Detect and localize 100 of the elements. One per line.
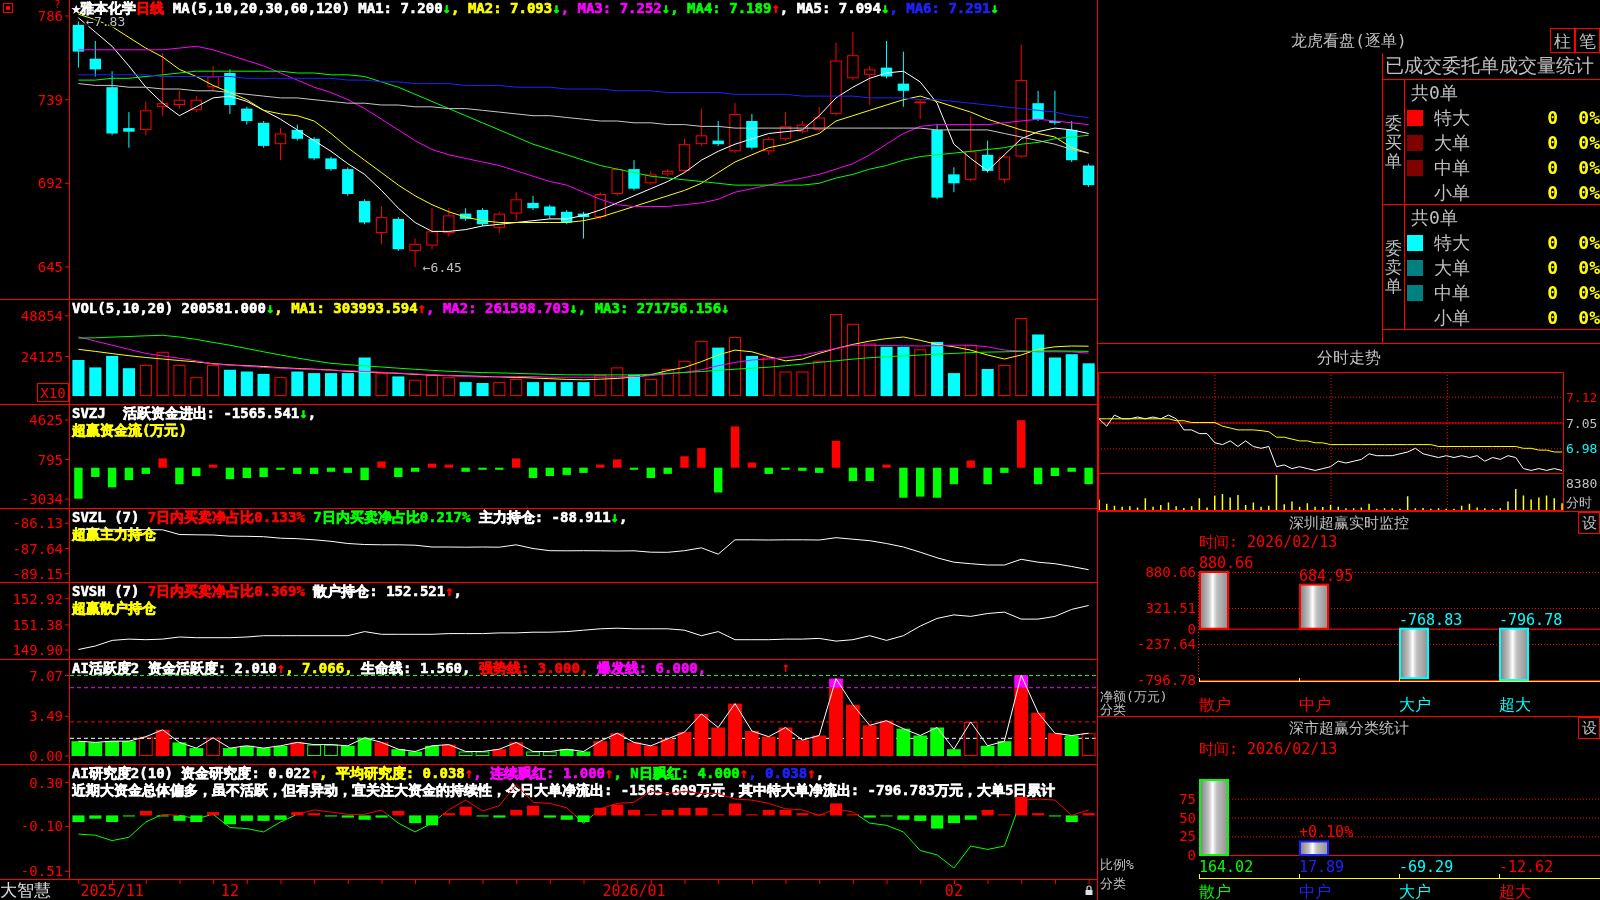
indicator-text: 散户持仓: 152.521	[312, 583, 446, 599]
indicator-text: 爆发线: 6.000,	[595, 660, 707, 676]
indicator-text: ↑	[417, 300, 427, 316]
candlestick	[645, 170, 657, 186]
activity-bar	[526, 751, 540, 756]
fund-flow-bar	[192, 467, 201, 476]
research-bar	[678, 807, 691, 816]
research-bar	[139, 811, 152, 816]
indicator-text: SVZJ 活跃资金进出: -1565.541	[72, 405, 300, 421]
volume-bar	[745, 355, 758, 397]
candlestick	[1049, 90, 1061, 126]
axis-label: 645	[37, 259, 63, 275]
volume-bar	[375, 373, 388, 397]
indicator-text: , MA5: 7.094	[779, 0, 881, 16]
candlestick	[409, 238, 421, 268]
candlestick	[342, 166, 354, 197]
candlestick	[561, 209, 573, 225]
volume-bar	[223, 369, 236, 397]
axis-label: -796.78	[1137, 672, 1196, 688]
activity-bar	[492, 749, 507, 756]
category-label: 大户	[1399, 695, 1431, 714]
activity-bar	[643, 745, 658, 756]
axis-label: 0	[1187, 620, 1196, 637]
volume-bar	[156, 351, 169, 397]
indicator-text: 超赢散户持仓	[72, 600, 156, 616]
research-bar	[459, 806, 472, 816]
candlestick	[358, 198, 371, 225]
activity-bar	[745, 731, 759, 756]
volume-bar	[1032, 334, 1045, 397]
volume-bar	[796, 371, 809, 397]
research-bar	[527, 805, 540, 816]
indicator-text: ↑	[276, 660, 286, 676]
candlestick	[72, 20, 85, 69]
candlestick	[880, 40, 893, 79]
fund-flow-bar	[259, 467, 268, 477]
ratio-value: -12.62	[1499, 858, 1554, 876]
volume-bar	[998, 364, 1011, 397]
activity-bar	[778, 727, 793, 756]
research-bar	[931, 815, 944, 829]
research-bar	[1082, 813, 1095, 816]
activity-bar	[206, 737, 220, 756]
fund-flow-bar	[1017, 420, 1026, 468]
settings-button[interactable]: 设	[1578, 717, 1600, 739]
indicator-text: SVZL (7)	[72, 509, 140, 525]
candlestick	[779, 111, 792, 142]
fund-flow-bar	[629, 467, 639, 470]
fund-flow-bar	[680, 456, 689, 468]
candlestick	[291, 124, 303, 142]
order-percent: 0%	[1578, 307, 1600, 328]
settings-button[interactable]: 设	[1578, 512, 1600, 534]
volume-bar	[543, 382, 556, 397]
axis-label: 739	[37, 91, 63, 108]
research-bar	[257, 815, 270, 821]
candlestick	[628, 159, 640, 191]
fund-flow-bar	[663, 467, 672, 474]
fund-flow-bar	[528, 467, 538, 478]
volume-bar	[89, 367, 102, 397]
activity-bar	[425, 745, 439, 756]
candlestick	[914, 99, 926, 120]
fund-flow-bar	[730, 426, 740, 468]
candlestick	[89, 40, 101, 77]
activity-bar	[122, 741, 136, 756]
activity-bar	[391, 749, 406, 756]
order-percent: 0%	[1578, 157, 1600, 178]
axis-title: 分类	[1100, 702, 1126, 716]
mode-button[interactable]: 柱	[1550, 28, 1575, 53]
indicator-text: ↑	[464, 765, 474, 781]
mode-button[interactable]: 笔	[1575, 28, 1600, 53]
research-bar	[661, 809, 674, 816]
research-bar	[796, 813, 809, 816]
order-count: 0	[1547, 232, 1558, 253]
fund-flow-bar	[932, 467, 942, 498]
candlestick	[224, 68, 236, 115]
value-label: 684.95	[1299, 566, 1354, 585]
activity-bar	[307, 744, 321, 756]
axis-label: 6.98	[1566, 441, 1598, 457]
order-percent: 0%	[1578, 232, 1600, 253]
indicator-text: , MA2: 7.093	[451, 0, 553, 16]
activity-bar	[930, 727, 944, 756]
indicator-text: 日线	[136, 0, 165, 16]
activity-bar	[408, 751, 422, 756]
axis-label: 786	[37, 8, 63, 24]
candlestick	[864, 65, 876, 106]
category-label: 大户	[1399, 882, 1431, 900]
fund-flow-bar	[444, 464, 453, 468]
order-size-label: 中单	[1434, 280, 1470, 305]
axis-label: 7.05	[1566, 415, 1598, 431]
fund-flow-bar	[309, 467, 319, 474]
volume-bar	[426, 374, 439, 397]
candlestick	[897, 51, 910, 108]
activity-bar	[542, 751, 557, 756]
activity-bar	[846, 704, 860, 756]
axis-label: 321.51	[1145, 600, 1196, 616]
activity-bar	[795, 740, 810, 756]
order-percent: 0%	[1578, 107, 1600, 128]
indicator-text: 强势线: 3.000,	[477, 660, 589, 676]
volume-bar	[762, 357, 775, 397]
research-bar	[358, 815, 371, 820]
axis-label: -89.15	[12, 565, 63, 582]
research-bar	[510, 809, 523, 816]
